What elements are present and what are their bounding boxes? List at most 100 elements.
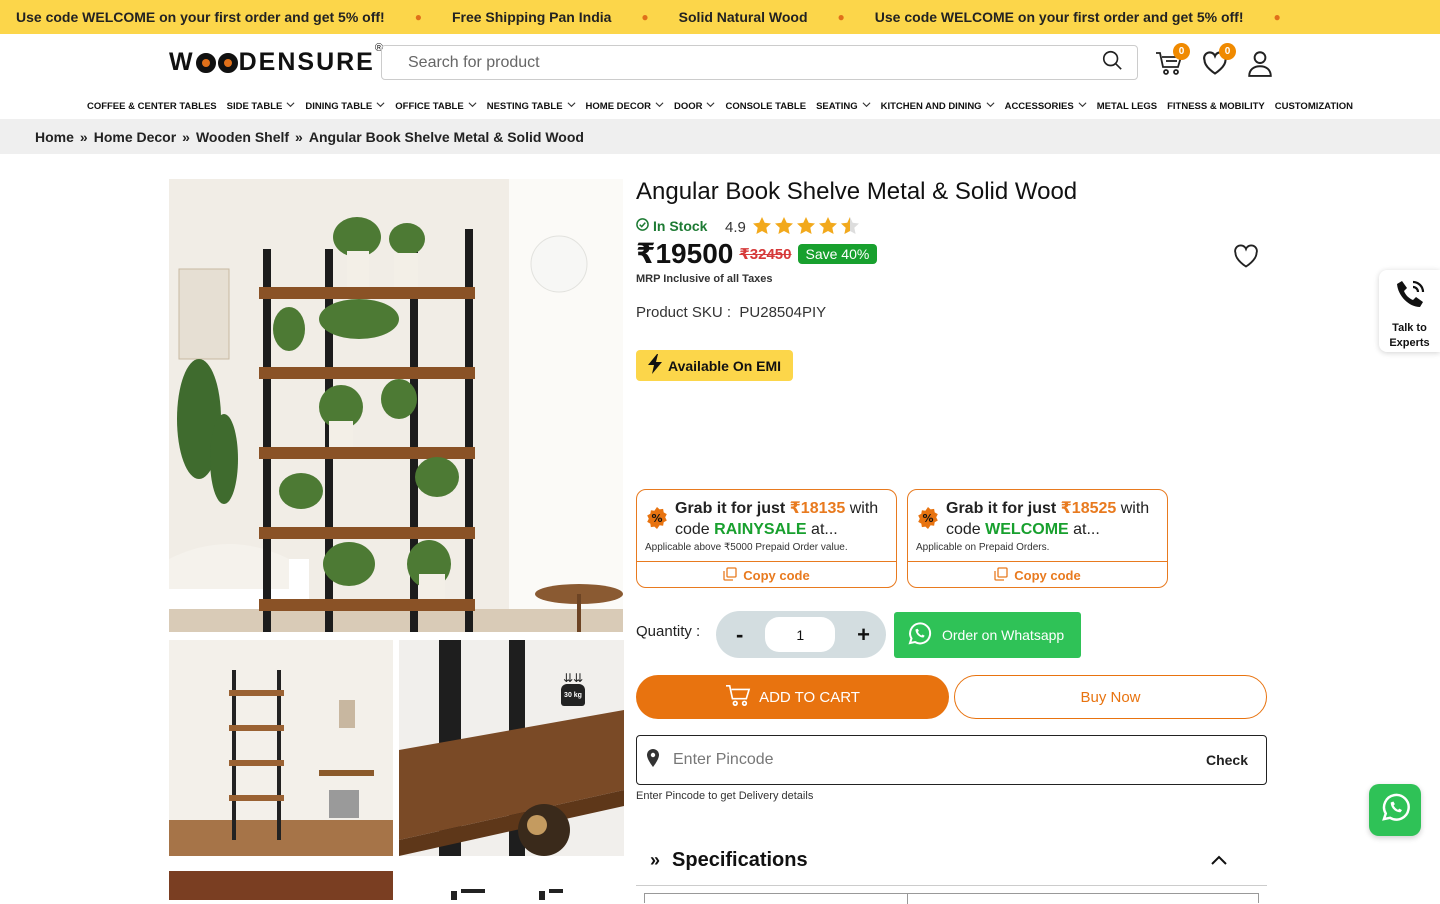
sku-value: PU28504PIY bbox=[739, 304, 827, 321]
quantity-value[interactable]: 1 bbox=[765, 617, 836, 652]
search-bar bbox=[381, 45, 1138, 80]
price-row: ₹19500 ₹32450 Save 40% bbox=[636, 237, 878, 270]
nav-item[interactable]: CUSTOMIZATION bbox=[1275, 101, 1353, 112]
chevron-down-icon bbox=[468, 100, 477, 112]
nav-item[interactable]: KITCHEN AND DINING bbox=[881, 100, 995, 112]
star-icon bbox=[840, 216, 860, 239]
nav-item[interactable]: HOME DECOR bbox=[586, 100, 664, 112]
nav-item[interactable]: CONSOLE TABLE bbox=[725, 101, 806, 112]
copy-code-button[interactable]: Copy code bbox=[908, 561, 1167, 587]
talk-to-experts-button[interactable]: Talk to Experts bbox=[1379, 270, 1440, 352]
nav-item[interactable]: ACCESSORIES bbox=[1005, 100, 1087, 112]
breadcrumb-link[interactable]: Wooden Shelf bbox=[196, 129, 289, 145]
emi-label: Available On EMI bbox=[668, 357, 782, 374]
logo-letter: W bbox=[169, 48, 195, 76]
coupon-card: % Grab it for just ₹18525 with code WELC… bbox=[907, 489, 1168, 588]
check-pincode-button[interactable]: Check bbox=[1206, 752, 1248, 768]
coupon-note: Applicable above ₹5000 Prepaid Order val… bbox=[645, 542, 848, 553]
account-button[interactable] bbox=[1245, 50, 1275, 80]
breadcrumb: Home » Home Decor » Wooden Shelf » Angul… bbox=[0, 119, 1440, 154]
add-to-cart-button[interactable]: ADD TO CART bbox=[636, 675, 949, 719]
sale-price: ₹19500 bbox=[636, 238, 734, 269]
breadcrumb-link[interactable]: Home Decor bbox=[94, 129, 176, 145]
increase-quantity-button[interactable]: + bbox=[857, 622, 870, 648]
chevron-down-icon bbox=[986, 100, 995, 112]
svg-text:%: % bbox=[922, 512, 933, 525]
site-logo[interactable]: W DENSURE® bbox=[169, 42, 383, 77]
dot-separator: ● bbox=[414, 10, 422, 24]
dot-separator: ● bbox=[641, 10, 649, 24]
svg-text:%: % bbox=[651, 512, 662, 525]
specifications-accordion[interactable]: » Specifications bbox=[636, 836, 1267, 886]
buy-now-button[interactable]: Buy Now bbox=[954, 675, 1267, 719]
nav-item[interactable]: OFFICE TABLE bbox=[395, 100, 477, 112]
wishlist-count-badge: 0 bbox=[1219, 43, 1236, 60]
wishlist-button[interactable]: 0 bbox=[1200, 43, 1236, 80]
product-sku: Product SKU : PU28504PIY bbox=[636, 304, 826, 321]
search-icon[interactable] bbox=[1101, 49, 1123, 76]
nav-item[interactable]: METAL LEGS bbox=[1097, 101, 1157, 112]
coupon-prefix: Grab it for just bbox=[675, 500, 790, 517]
nav-item[interactable]: SEATING bbox=[816, 100, 871, 112]
whatsapp-order-label: Order on Whatsapp bbox=[942, 627, 1065, 643]
emi-badge[interactable]: Available On EMI bbox=[636, 350, 794, 381]
nav-item-label: NESTING TABLE bbox=[486, 100, 563, 112]
main-navigation: COFFEE & CENTER TABLES SIDE TABLE DINING T… bbox=[0, 96, 1440, 116]
product-thumbnail[interactable]: ⇊⇊ 30 kg bbox=[399, 640, 624, 856]
add-to-wishlist-button[interactable] bbox=[1232, 243, 1260, 274]
search-input[interactable] bbox=[408, 53, 1101, 72]
talk-label-line: Experts bbox=[1389, 337, 1430, 349]
decrease-quantity-button[interactable]: - bbox=[736, 622, 743, 648]
arrows-down-icon: ⇊⇊ bbox=[562, 671, 584, 685]
sku-label: Product SKU : bbox=[636, 304, 732, 321]
nav-item[interactable]: COFFEE & CENTER TABLES bbox=[87, 101, 217, 112]
pincode-input[interactable] bbox=[673, 751, 1206, 769]
copy-code-button[interactable]: Copy code bbox=[637, 561, 896, 587]
nav-item[interactable]: NESTING TABLE bbox=[487, 100, 576, 112]
product-thumbnail[interactable] bbox=[169, 640, 393, 856]
weight-label: 30 kg bbox=[564, 691, 582, 699]
cart-count-badge: 0 bbox=[1173, 43, 1190, 60]
breadcrumb-link[interactable]: Home bbox=[35, 129, 74, 145]
nav-item[interactable]: DOOR bbox=[674, 100, 716, 112]
discount-icon: % bbox=[645, 506, 669, 535]
coupon-headline: Grab it for just ₹18135 with code RAINYS… bbox=[675, 498, 888, 540]
lightning-icon bbox=[648, 354, 662, 377]
breadcrumb-current: Angular Book Shelve Metal & Solid Wood bbox=[308, 128, 584, 145]
nav-item-label: METAL LEGS bbox=[1096, 100, 1158, 112]
chevron-down-icon bbox=[286, 100, 295, 112]
star-icon bbox=[818, 216, 838, 239]
nav-item-label: CONSOLE TABLE bbox=[725, 100, 807, 112]
nav-item-label: CUSTOMIZATION bbox=[1274, 100, 1354, 112]
coupon-suffix: at... bbox=[806, 521, 838, 538]
nav-item-label: DINING TABLE bbox=[305, 100, 373, 112]
user-icon bbox=[1247, 49, 1273, 82]
whatsapp-chat-button[interactable] bbox=[1369, 784, 1421, 836]
nav-item-label: SIDE TABLE bbox=[226, 100, 283, 112]
chevron-down-icon bbox=[567, 100, 576, 112]
chevron-down-icon bbox=[376, 100, 385, 112]
coupon-card: % Grab it for just ₹18135 with code RAIN… bbox=[636, 489, 897, 588]
copy-code-label: Copy code bbox=[743, 568, 810, 583]
nav-item-label: KITCHEN AND DINING bbox=[880, 100, 982, 112]
logo-ring bbox=[217, 53, 238, 73]
nav-item[interactable]: SIDE TABLE bbox=[227, 100, 296, 112]
product-thumbnail[interactable] bbox=[169, 871, 393, 900]
nav-item[interactable]: FITNESS & MOBILITY bbox=[1167, 101, 1265, 112]
nav-item-label: HOME DECOR bbox=[585, 100, 651, 112]
nav-item[interactable]: DINING TABLE bbox=[305, 100, 385, 112]
product-main-image[interactable] bbox=[169, 179, 623, 632]
cart-icon bbox=[725, 683, 751, 711]
announcement-message: Use code WELCOME on your first order and… bbox=[874, 9, 1244, 25]
star-icon bbox=[774, 216, 794, 239]
specifications-title: Specifications bbox=[672, 849, 808, 871]
coupon-prefix: Grab it for just bbox=[946, 500, 1061, 517]
product-thumbnail[interactable] bbox=[399, 871, 624, 900]
discount-icon: % bbox=[916, 506, 940, 535]
product-rating[interactable]: 4.9 bbox=[725, 216, 860, 239]
pincode-note: Enter Pincode to get Delivery details bbox=[636, 790, 814, 802]
cart-button[interactable]: 0 bbox=[1154, 43, 1190, 80]
chevron-up-icon bbox=[1211, 852, 1227, 870]
order-on-whatsapp-button[interactable]: Order on Whatsapp bbox=[894, 612, 1081, 658]
tax-note: MRP Inclusive of all Taxes bbox=[636, 273, 773, 285]
